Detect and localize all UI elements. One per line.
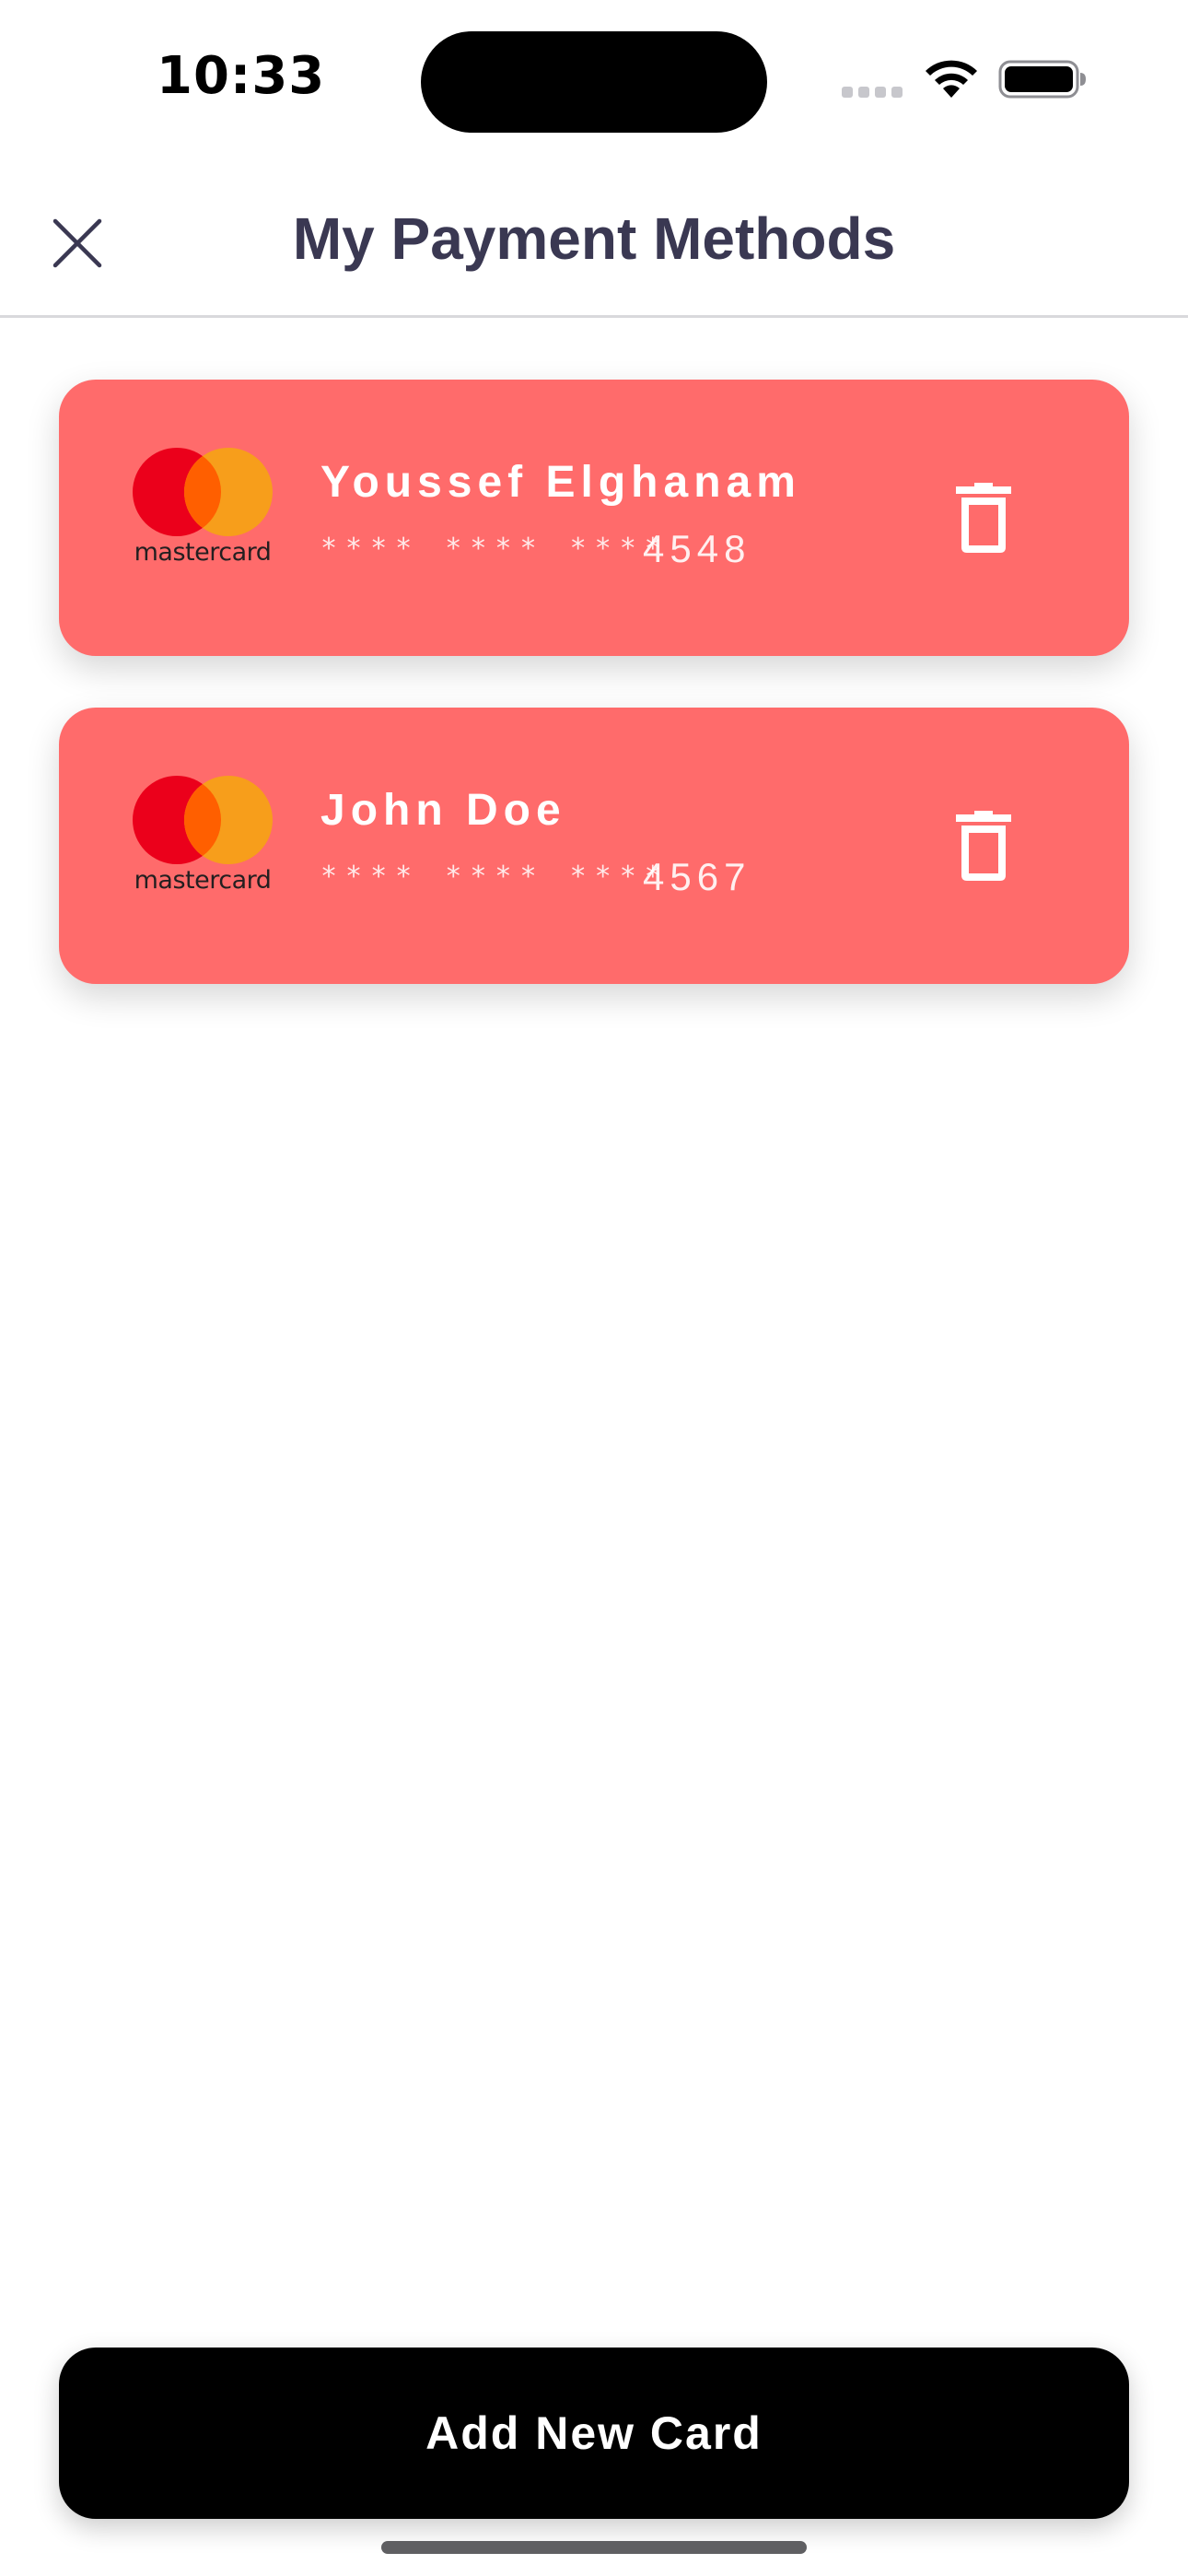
- mastercard-logo-icon: [133, 448, 273, 536]
- status-time: 10:33: [157, 46, 326, 106]
- home-indicator[interactable]: [381, 2541, 807, 2554]
- add-new-card-label: Add New Card: [425, 2407, 763, 2459]
- payment-card[interactable]: mastercard Youssef Elghanam **** **** **…: [59, 380, 1129, 656]
- card-holder-name: Youssef Elghanam: [320, 458, 801, 507]
- page-title: My Payment Methods: [292, 205, 896, 272]
- battery-icon: [998, 60, 1086, 99]
- payment-card[interactable]: mastercard John Doe **** **** **** 4567: [59, 708, 1129, 984]
- payment-card-list: mastercard Youssef Elghanam **** **** **…: [59, 380, 1129, 1036]
- trash-icon[interactable]: [954, 483, 1013, 553]
- dynamic-island: [421, 31, 767, 133]
- card-holder-name: John Doe: [320, 786, 566, 835]
- add-new-card-button[interactable]: Add New Card: [59, 2348, 1129, 2519]
- mastercard-logo: mastercard: [129, 774, 276, 895]
- nav-header: My Payment Methods: [0, 157, 1188, 318]
- card-number-mask: **** **** ****: [320, 861, 670, 893]
- mastercard-logo-icon: [133, 776, 273, 864]
- card-last-four: 4567: [643, 855, 751, 898]
- mastercard-wordmark: mastercard: [134, 538, 272, 567]
- mastercard-logo: mastercard: [129, 446, 276, 567]
- cellular-signal-icon: [842, 87, 904, 100]
- status-bar: 10:33: [0, 0, 1188, 157]
- trash-icon[interactable]: [954, 811, 1013, 881]
- mastercard-wordmark: mastercard: [134, 866, 272, 895]
- card-number-mask: **** **** ****: [320, 533, 670, 565]
- wifi-icon: [926, 60, 977, 98]
- card-last-four: 4548: [643, 527, 751, 570]
